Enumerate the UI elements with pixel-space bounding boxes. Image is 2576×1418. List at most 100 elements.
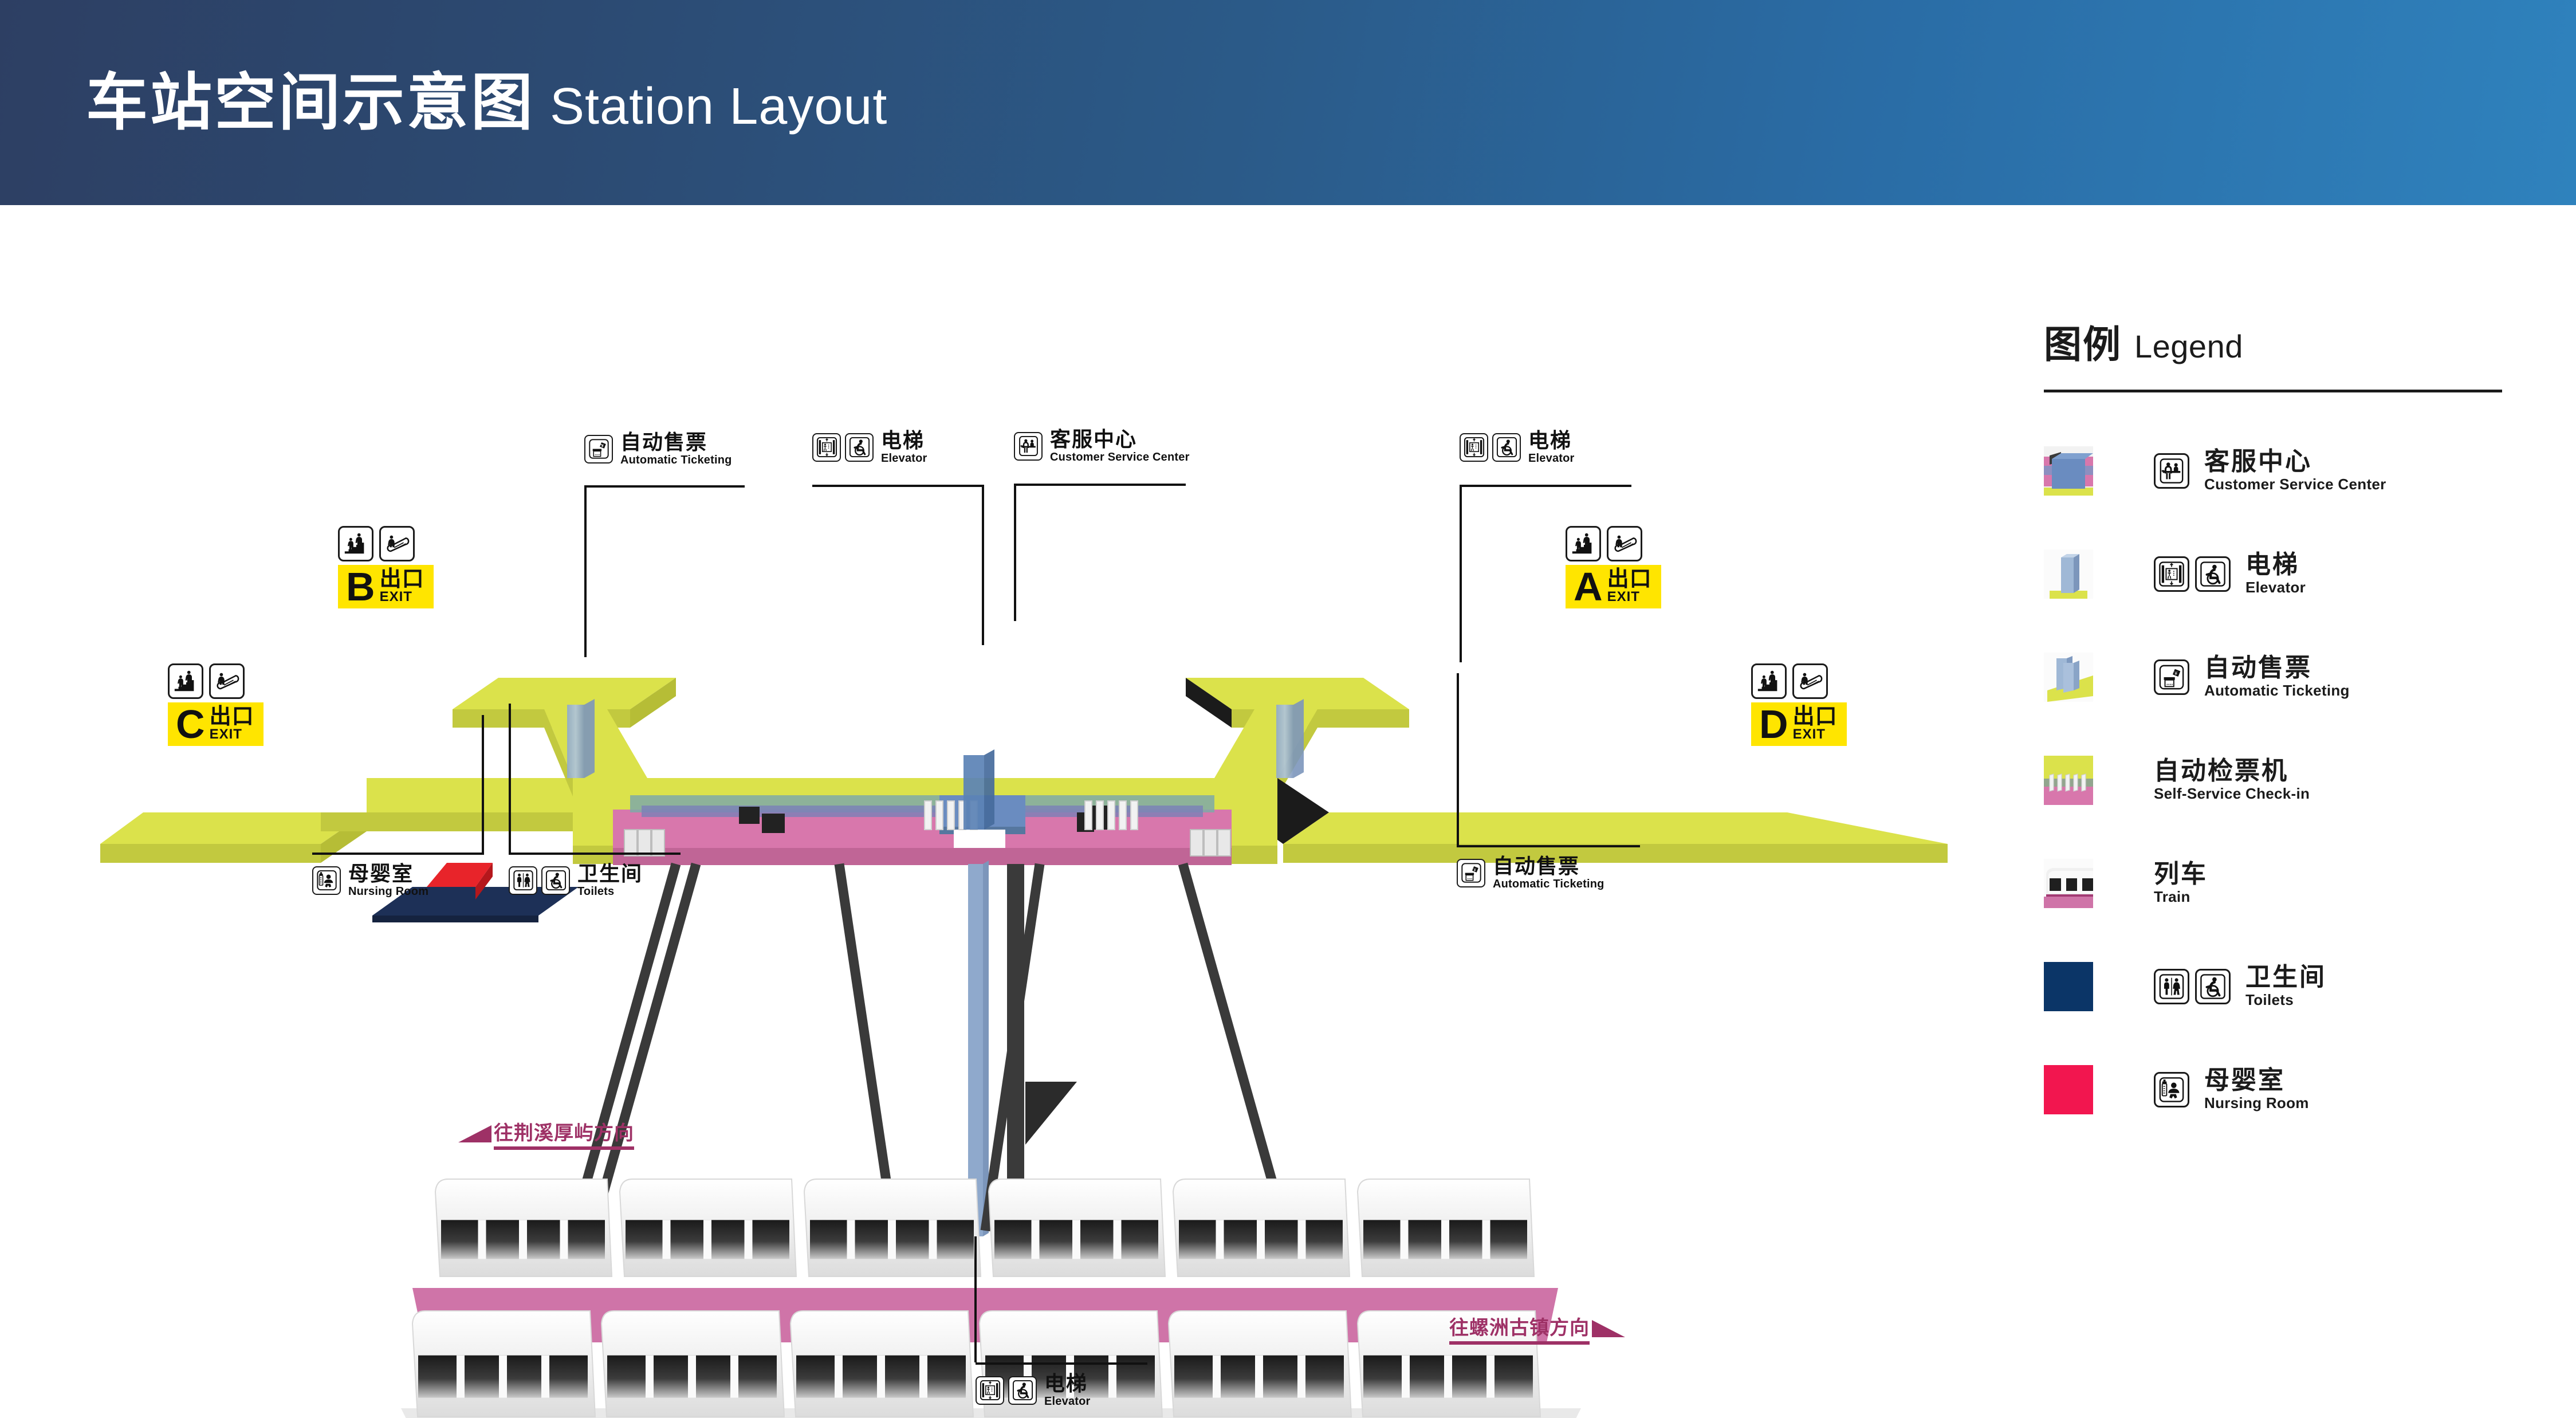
leader-line: [1460, 485, 1631, 487]
legend-label-cn: 列车: [2154, 860, 2208, 889]
legend-icons: [2154, 969, 2236, 1004]
toilets-icon: [2154, 969, 2189, 1004]
legend-label-en: Customer Service Center: [2204, 475, 2386, 493]
leader-line: [584, 485, 587, 657]
walkway-c: [100, 778, 573, 863]
callout-automatic-ticketing-left: ¥ 自动售票 Automatic Ticketing: [584, 430, 745, 657]
legend-item-automatic-ticketing[interactable]: ¥ 自动售票 Automatic Ticketing: [2044, 653, 2502, 702]
page-title: 车站空间示意图 Station Layout: [86, 53, 887, 142]
legend-swatch: [2044, 446, 2093, 496]
exit-label-cn: 出口: [379, 567, 424, 591]
wheelchair-icon: [541, 866, 570, 895]
exit-badge[interactable]: A 出口 EXIT: [1566, 565, 1661, 608]
legend-label-en: Train: [2154, 887, 2190, 905]
callout-label-en: Elevator: [881, 451, 927, 465]
legend-item-elevator[interactable]: 电梯 Elevator: [2044, 549, 2502, 599]
exit-letter: B: [346, 564, 375, 609]
direction-indicator-right: 往螺洲古镇方向: [1449, 1312, 1625, 1345]
legend-swatch: [2044, 1065, 2093, 1114]
callout-elevator-top: 电梯 Elevator: [812, 429, 984, 645]
exit-label-cn: 出口: [1792, 705, 1838, 729]
stairs-icon: [168, 663, 203, 699]
elevator-shaft-center: [963, 749, 994, 1236]
elevator-icon: [812, 433, 841, 462]
exit-badge-b[interactable]: B 出口 EXIT: [338, 526, 434, 608]
paid-area: [613, 795, 1232, 865]
legend-swatch: [2044, 549, 2093, 599]
callout-nursing-room: 母婴室 Nursing Room: [312, 715, 484, 898]
callout-automatic-ticketing-right: ¥ 自动售票 Automatic Ticketing: [1457, 673, 1640, 891]
exit-label-en: EXIT: [1792, 726, 1826, 742]
legend-panel: 图例 Legend 客服中心 Customer Service Center 电…: [2044, 314, 2502, 1114]
leader-line: [312, 853, 484, 855]
arrow-left-icon: [458, 1125, 491, 1142]
elevator-icon: [1460, 433, 1488, 462]
legend-label-cn: 母婴室: [2204, 1066, 2285, 1095]
legend-item-nursing-room[interactable]: 母婴室 Nursing Room: [2044, 1065, 2502, 1114]
legend-label-cn: 客服中心: [2204, 447, 2312, 476]
arrow-right-icon: [1592, 1319, 1625, 1337]
elevator-shaft-left: [567, 699, 595, 778]
customer-service-icon: [2154, 453, 2189, 489]
callout-elevator-right: 电梯 Elevator: [1460, 429, 1631, 662]
callout-elevator-bottom: 电梯 Elevator: [976, 1362, 1147, 1408]
exit-badge-a[interactable]: A 出口 EXIT: [1566, 526, 1661, 608]
diagram-stage: ¥ 自动售票 Automatic Ticketing 电梯 Elevator 客…: [0, 205, 2576, 1418]
wheelchair-icon: [1492, 433, 1521, 462]
callout-label-cn: 母婴室: [348, 862, 414, 885]
escalator-icon: [1792, 663, 1828, 699]
leader-line: [482, 715, 484, 853]
exit-label-en: EXIT: [379, 589, 412, 604]
legend-item-train[interactable]: 列车 Train: [2044, 859, 2502, 908]
callout-customer-service-center: 客服中心 Customer Service Center: [1014, 427, 1190, 621]
exit-badge-d[interactable]: D 出口 EXIT: [1751, 663, 1847, 746]
direction-label: 往螺洲古镇方向: [1449, 1312, 1590, 1345]
exit-badge-c[interactable]: C 出口 EXIT: [168, 663, 264, 746]
leader-line: [1457, 673, 1459, 845]
exit-badge[interactable]: D 出口 EXIT: [1751, 702, 1847, 746]
leader-line: [982, 485, 984, 645]
exit-label-cn: 出口: [1607, 567, 1652, 591]
direction-indicator-left: 往荆溪厚屿方向: [458, 1117, 634, 1150]
callout-label-en: Elevator: [1044, 1395, 1091, 1408]
stairs-icon: [1566, 526, 1601, 561]
page-header: 车站空间示意图 Station Layout: [0, 0, 2576, 205]
direction-label: 往荆溪厚屿方向: [494, 1117, 634, 1150]
legend-swatch: [2044, 962, 2093, 1011]
legend-item-self-service-checkin[interactable]: 自动检票机 Self-Service Check-in: [2044, 756, 2502, 805]
leader-line: [976, 1362, 1147, 1365]
exit-label-cn: 出口: [209, 705, 254, 729]
exit-badge[interactable]: C 出口 EXIT: [168, 702, 264, 746]
callout-label-en: Nursing Room: [348, 885, 429, 898]
callout-label-cn: 电梯: [1528, 429, 1572, 452]
leader-line: [509, 853, 681, 855]
legend-label-cn: 自动售票: [2204, 654, 2312, 682]
legend-item-customer-service-center[interactable]: 客服中心 Customer Service Center: [2044, 446, 2502, 496]
legend-label-en: Self-Service Check-in: [2154, 784, 2310, 802]
exit-label-en: EXIT: [1607, 589, 1640, 604]
exit-letter: A: [1574, 564, 1603, 609]
callout-label-cn: 自动售票: [1493, 854, 1580, 878]
ticket-machine-icon: ¥: [2154, 659, 2189, 695]
legend-item-toilets[interactable]: 卫生间 Toilets: [2044, 962, 2502, 1011]
page-title-cn: 车站空间示意图: [86, 68, 536, 137]
callout-label-en: Elevator: [1528, 451, 1575, 465]
legend-label-en: Elevator: [2245, 578, 2306, 596]
leader-line: [1014, 484, 1016, 621]
leader-line: [1014, 484, 1186, 486]
leader-line: [1460, 485, 1462, 662]
legend-label-en: Nursing Room: [2204, 1094, 2309, 1111]
callout-label-cn: 自动售票: [620, 430, 708, 454]
callout-label-en: Automatic Ticketing: [620, 453, 732, 466]
legend-swatch: [2044, 653, 2093, 702]
legend-label-cn: 卫生间: [2245, 963, 2326, 992]
elevator-icon: [976, 1376, 1004, 1405]
legend-divider: [2044, 390, 2502, 392]
wheelchair-icon: [2195, 556, 2231, 592]
exit-letter: C: [176, 701, 205, 747]
callout-label-cn: 卫生间: [577, 862, 643, 885]
exit-badge[interactable]: B 出口 EXIT: [338, 565, 434, 608]
escalator-icon: [1607, 526, 1642, 561]
callout-label-cn: 客服中心: [1050, 427, 1138, 451]
svg-text:¥: ¥: [1473, 869, 1476, 873]
